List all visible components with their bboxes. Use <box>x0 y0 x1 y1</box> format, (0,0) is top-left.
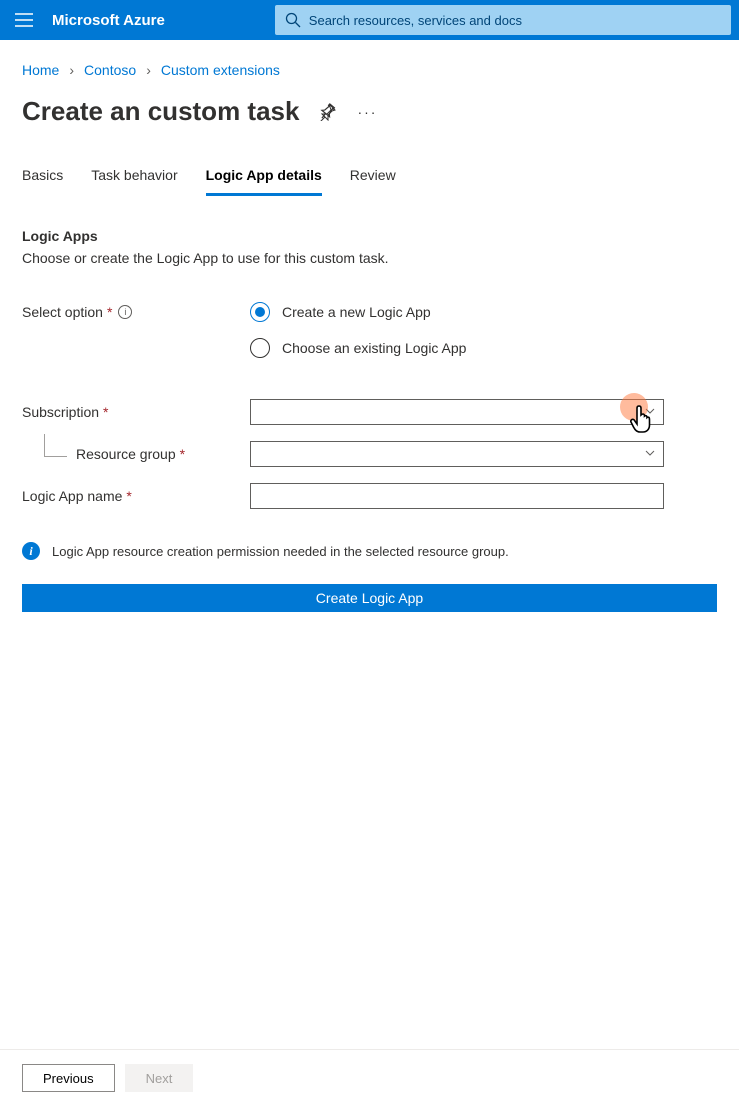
pin-icon[interactable] <box>315 100 339 124</box>
title-bar: Create an custom task ··· <box>22 96 717 127</box>
section-description: Choose or create the Logic App to use fo… <box>22 250 717 266</box>
top-header: Microsoft Azure <box>0 0 739 40</box>
previous-button[interactable]: Previous <box>22 1064 115 1092</box>
logic-app-name-label: Logic App name * <box>22 488 250 504</box>
logic-app-name-input[interactable] <box>250 483 664 509</box>
more-icon[interactable]: ··· <box>355 100 379 124</box>
info-banner: i Logic App resource creation permission… <box>22 542 717 560</box>
click-indicator <box>620 393 648 421</box>
radio-choose-existing[interactable]: Choose an existing Logic App <box>250 338 466 358</box>
resource-group-select[interactable] <box>250 441 664 467</box>
radio-create-new-label: Create a new Logic App <box>282 304 431 320</box>
next-button: Next <box>125 1064 194 1092</box>
select-option-label: Select option * i <box>22 304 250 320</box>
create-logic-app-button[interactable]: Create Logic App <box>22 584 717 612</box>
chevron-right-icon: › <box>146 62 151 78</box>
required-asterisk: * <box>180 446 185 462</box>
form: Select option * i Create a new Logic App… <box>22 296 717 516</box>
info-message: Logic App resource creation permission n… <box>52 544 509 559</box>
section-title: Logic Apps <box>22 228 717 244</box>
radio-button-icon <box>250 338 270 358</box>
chevron-right-icon: › <box>69 62 74 78</box>
tab-basics[interactable]: Basics <box>22 167 63 196</box>
footer: Previous Next <box>0 1049 739 1106</box>
required-asterisk: * <box>103 404 108 420</box>
search-box[interactable] <box>275 5 731 35</box>
info-badge-icon: i <box>22 542 40 560</box>
hamburger-menu-icon[interactable] <box>8 4 40 36</box>
content-area: Home › Contoso › Custom extensions Creat… <box>0 40 739 1049</box>
radio-create-new[interactable]: Create a new Logic App <box>250 302 431 322</box>
radio-choose-existing-label: Choose an existing Logic App <box>282 340 466 356</box>
tab-review[interactable]: Review <box>350 167 396 196</box>
subscription-label: Subscription * <box>22 404 250 420</box>
required-asterisk: * <box>107 304 112 320</box>
tab-logic-app-details[interactable]: Logic App details <box>206 167 322 196</box>
required-asterisk: * <box>126 488 131 504</box>
search-input[interactable] <box>309 13 731 28</box>
brand-label: Microsoft Azure <box>52 12 165 29</box>
radio-button-icon <box>250 302 270 322</box>
search-icon <box>285 12 301 28</box>
tab-task-behavior[interactable]: Task behavior <box>91 167 177 196</box>
tabs: Basics Task behavior Logic App details R… <box>22 167 717 196</box>
breadcrumb-contoso[interactable]: Contoso <box>84 62 136 78</box>
resource-group-label: Resource group * <box>22 446 250 462</box>
breadcrumb: Home › Contoso › Custom extensions <box>22 62 717 78</box>
info-icon[interactable]: i <box>118 305 132 319</box>
page-title: Create an custom task <box>22 96 299 127</box>
breadcrumb-custom-extensions[interactable]: Custom extensions <box>161 62 280 78</box>
subscription-select[interactable] <box>250 399 664 425</box>
breadcrumb-home[interactable]: Home <box>22 62 59 78</box>
